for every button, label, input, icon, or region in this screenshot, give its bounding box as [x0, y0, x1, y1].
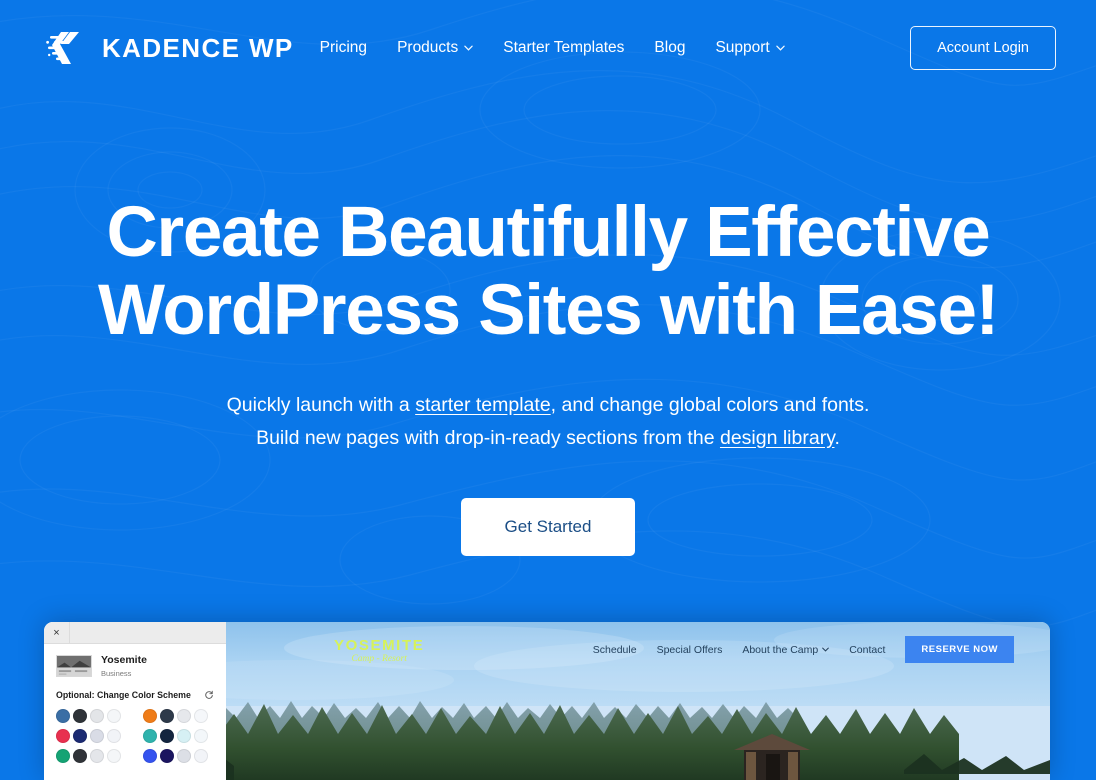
- color-swatch[interactable]: [177, 748, 191, 763]
- subtitle-text: Quickly launch with a: [226, 394, 416, 417]
- color-swatch[interactable]: [194, 748, 208, 763]
- site-nav-item-schedule[interactable]: Schedule: [593, 644, 637, 656]
- nav-label: Blog: [654, 39, 686, 56]
- brand-logo[interactable]: KADENCE WP: [46, 31, 294, 65]
- product-screenshot-mockup: YOSEMITE Camp - Resort Schedule Special …: [44, 622, 1050, 780]
- site-header: KADENCE WP Pricing Products Starter Temp…: [0, 0, 1096, 96]
- logo-title: YOSEMITE: [334, 637, 425, 654]
- color-swatch[interactable]: [73, 728, 87, 743]
- palette-option[interactable]: [56, 708, 127, 723]
- color-swatch[interactable]: [160, 748, 174, 763]
- template-meta: Yosemite Business: [101, 654, 147, 678]
- nav-item-starter-templates[interactable]: Starter Templates: [503, 39, 624, 57]
- hero-section: Create Beautifully Effective WordPress S…: [0, 96, 1096, 556]
- get-started-button[interactable]: Get Started: [460, 497, 636, 556]
- color-swatch[interactable]: [90, 748, 104, 763]
- starter-template-link[interactable]: starter template: [415, 394, 550, 416]
- template-summary: Yosemite Business: [56, 654, 214, 678]
- reset-circular-arrow-icon[interactable]: [204, 690, 214, 700]
- color-swatch[interactable]: [107, 748, 121, 763]
- palette-option[interactable]: [143, 748, 214, 763]
- color-swatch[interactable]: [73, 748, 87, 763]
- palette-option[interactable]: [143, 728, 214, 743]
- palette-option[interactable]: [56, 728, 127, 743]
- close-icon[interactable]: ×: [44, 622, 70, 643]
- scheme-label: Optional: Change Color Scheme: [56, 689, 191, 700]
- thumbnail-image: [57, 655, 91, 676]
- color-swatch[interactable]: [194, 728, 208, 743]
- nav-label: Products: [397, 39, 459, 56]
- template-thumbnail: [56, 654, 92, 677]
- color-swatch[interactable]: [107, 708, 121, 723]
- panel-body: Yosemite Business Optional: Change Color…: [44, 644, 226, 763]
- nav-item-pricing[interactable]: Pricing: [320, 39, 367, 57]
- reserve-now-button[interactable]: RESERVE NOW: [905, 636, 1014, 663]
- chevron-down-icon: [822, 647, 830, 652]
- preview-site-nav: Schedule Special Offers About the Camp C…: [593, 636, 1014, 663]
- nav-item-products[interactable]: Products: [397, 39, 473, 57]
- color-swatch[interactable]: [177, 728, 191, 743]
- site-nav-label: About the Camp: [742, 643, 819, 656]
- color-swatch[interactable]: [56, 728, 70, 743]
- hero-subtitle-line-1: Quickly launch with a starter template, …: [0, 389, 1096, 421]
- color-swatch[interactable]: [90, 728, 104, 743]
- color-swatch[interactable]: [56, 748, 70, 763]
- nav-item-support[interactable]: Support: [715, 39, 785, 57]
- kadence-k-logo-icon: [46, 32, 79, 64]
- hero-heading-line-2: WordPress Sites with Ease!: [97, 271, 999, 351]
- color-swatch[interactable]: [90, 708, 104, 723]
- subtitle-text: Build new pages with drop-in-ready secti…: [256, 426, 720, 449]
- chevron-down-icon: [776, 45, 785, 51]
- color-swatch[interactable]: [143, 728, 157, 743]
- site-nav-item-special-offers[interactable]: Special Offers: [657, 644, 723, 656]
- site-nav-label: Special Offers: [656, 643, 723, 656]
- yosemite-site-logo[interactable]: YOSEMITE Camp - Resort: [334, 638, 424, 664]
- color-swatch[interactable]: [160, 728, 174, 743]
- palette-option[interactable]: [143, 708, 214, 723]
- scheme-header: Optional: Change Color Scheme: [56, 690, 214, 700]
- nav-label: Support: [715, 39, 770, 56]
- nav-label: Pricing: [319, 39, 368, 56]
- site-nav-label: Schedule: [592, 643, 637, 656]
- hero-subtitle: Quickly launch with a starter template, …: [0, 389, 1096, 454]
- color-swatch[interactable]: [143, 708, 157, 723]
- panel-titlebar: ×: [44, 622, 226, 644]
- template-name: Yosemite: [101, 654, 147, 666]
- chevron-down-icon: [464, 45, 473, 51]
- site-nav-item-contact[interactable]: Contact: [849, 644, 885, 656]
- hero-heading-line-1: Create Beautifully Effective: [106, 193, 991, 272]
- color-swatch[interactable]: [73, 708, 87, 723]
- site-nav-label: Contact: [849, 643, 886, 656]
- color-swatch[interactable]: [160, 708, 174, 723]
- hero-subtitle-line-2: Build new pages with drop-in-ready secti…: [0, 422, 1096, 454]
- palette-option[interactable]: [56, 748, 127, 763]
- brand-name: KADENCE WP: [102, 32, 294, 63]
- color-scheme-panel: × Yosemite Business Optional: Change Col…: [44, 622, 226, 780]
- page-title: Create Beautifully Effective WordPress S…: [0, 193, 1096, 351]
- color-swatch[interactable]: [143, 748, 157, 763]
- design-library-link[interactable]: design library: [720, 427, 835, 449]
- page-root: KADENCE WP Pricing Products Starter Temp…: [0, 0, 1096, 780]
- color-swatch[interactable]: [56, 708, 70, 723]
- subtitle-text: .: [834, 426, 840, 449]
- site-nav-item-about-the-camp[interactable]: About the Camp: [742, 643, 830, 656]
- main-nav: Pricing Products Starter Templates Blog …: [320, 39, 785, 57]
- color-swatch[interactable]: [177, 708, 191, 723]
- palette-grid: [56, 708, 214, 763]
- subtitle-text: , and change global colors and fonts.: [550, 394, 870, 417]
- template-category: Business: [101, 668, 132, 678]
- nav-item-blog[interactable]: Blog: [654, 39, 685, 57]
- logo-subtitle: Camp - Resort: [351, 654, 407, 664]
- color-swatch[interactable]: [194, 708, 208, 723]
- nav-label: Starter Templates: [503, 39, 625, 56]
- color-swatch[interactable]: [107, 728, 121, 743]
- account-login-button[interactable]: Account Login: [910, 26, 1056, 70]
